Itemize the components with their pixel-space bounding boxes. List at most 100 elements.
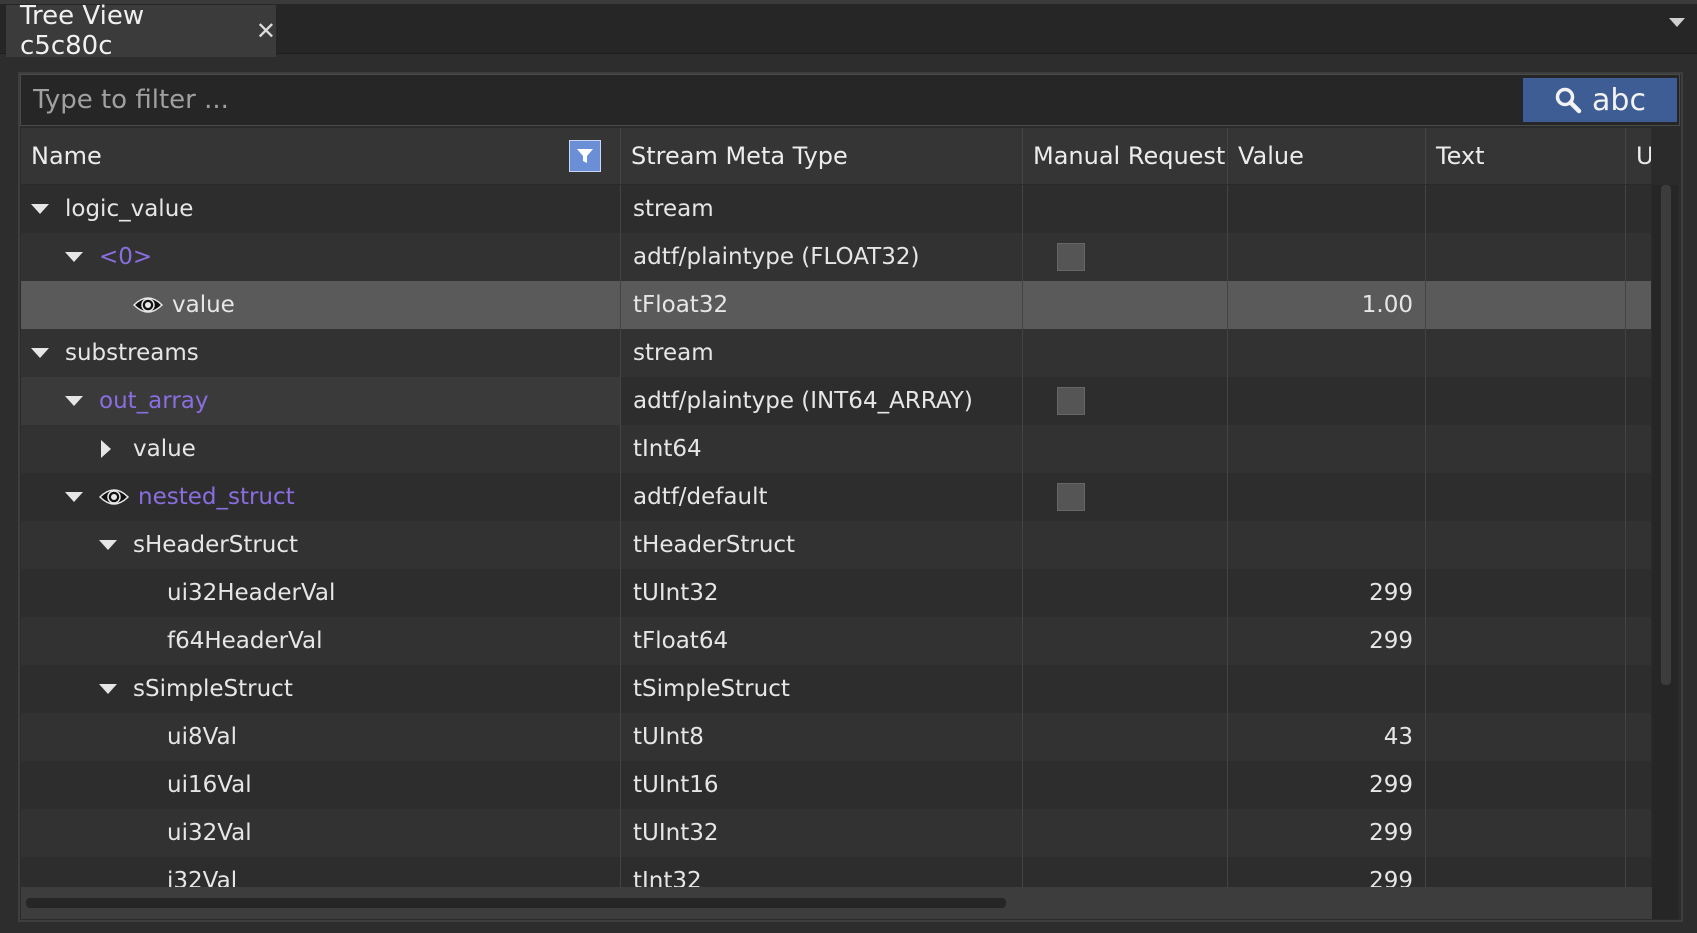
cell-text: [1426, 857, 1626, 887]
row-name-label: ui16Val: [167, 772, 252, 798]
cell-name: out_array: [21, 377, 621, 425]
row-type-label: tInt64: [633, 436, 702, 462]
row-name-label: f64HeaderVal: [167, 628, 323, 654]
cell-text: [1426, 185, 1626, 233]
collapse-arrow-icon[interactable]: [65, 396, 83, 406]
collapse-arrow-icon[interactable]: [99, 684, 117, 694]
cell-manual-request: [1023, 761, 1228, 809]
funnel-icon[interactable]: [569, 140, 601, 172]
cell-stream-meta-type: tUInt32: [621, 809, 1023, 857]
cell-u: [1626, 281, 1651, 329]
cell-name: nested_struct: [21, 473, 621, 521]
collapse-arrow-icon[interactable]: [31, 348, 49, 358]
cell-manual-request: [1023, 521, 1228, 569]
cell-u: [1626, 761, 1651, 809]
cell-value: [1228, 521, 1426, 569]
tree-row[interactable]: ui16Val tUInt16 299: [21, 761, 1651, 809]
manual-request-checkbox[interactable]: [1057, 483, 1085, 511]
cell-value: [1228, 425, 1426, 473]
cell-text: [1426, 569, 1626, 617]
close-icon[interactable]: ✕: [256, 17, 276, 45]
cell-text: [1426, 329, 1626, 377]
cell-manual-request: [1023, 713, 1228, 761]
cell-name: sSimpleStruct: [21, 665, 621, 713]
tree-row[interactable]: i32Val tInt32 299: [21, 857, 1651, 887]
cell-text: [1426, 233, 1626, 281]
manual-request-checkbox[interactable]: [1057, 243, 1085, 271]
cell-value: 299: [1228, 569, 1426, 617]
row-name-label: logic_value: [65, 196, 194, 222]
cell-u: [1626, 857, 1651, 887]
row-type-label: tUInt32: [633, 580, 719, 606]
collapse-arrow-icon[interactable]: [99, 540, 117, 550]
cell-text: [1426, 761, 1626, 809]
cell-manual-request: [1023, 185, 1228, 233]
column-header-text[interactable]: Text: [1426, 128, 1626, 184]
cell-value: [1228, 185, 1426, 233]
chevron-down-icon[interactable]: [1669, 18, 1685, 27]
cell-u: [1626, 521, 1651, 569]
row-type-label: tFloat32: [633, 292, 729, 318]
column-header-name[interactable]: Name: [21, 128, 621, 184]
row-name-label: <0>: [99, 244, 153, 270]
expand-arrow-icon[interactable]: [101, 440, 111, 458]
cell-stream-meta-type: tInt64: [621, 425, 1023, 473]
column-header-value[interactable]: Value: [1228, 128, 1426, 184]
column-label-text: Text: [1436, 142, 1485, 170]
row-type-label: adtf/plaintype (INT64_ARRAY): [633, 388, 973, 414]
cell-name: sHeaderStruct: [21, 521, 621, 569]
tree-row[interactable]: logic_value stream: [21, 185, 1651, 233]
tree-row[interactable]: f64HeaderVal tFloat64 299: [21, 617, 1651, 665]
tree-row[interactable]: ui32Val tUInt32 299: [21, 809, 1651, 857]
tree-row[interactable]: substreams stream: [21, 329, 1651, 377]
cell-u: [1626, 185, 1651, 233]
cell-stream-meta-type: tSimpleStruct: [621, 665, 1023, 713]
tree-row[interactable]: sSimpleStruct tSimpleStruct: [21, 665, 1651, 713]
tab-bar: Tree View c5c80c ✕: [0, 0, 1697, 61]
tree-row[interactable]: value tInt64: [21, 425, 1651, 473]
text-search-mode-button[interactable]: abc: [1523, 78, 1677, 122]
column-header-u[interactable]: U: [1626, 128, 1651, 184]
cell-stream-meta-type: tHeaderStruct: [621, 521, 1023, 569]
vertical-scroll-thumb[interactable]: [1661, 185, 1671, 685]
collapse-arrow-icon[interactable]: [65, 492, 83, 502]
tree-row[interactable]: out_array adtf/plaintype (INT64_ARRAY): [21, 377, 1651, 425]
cell-stream-meta-type: tUInt32: [621, 569, 1023, 617]
row-type-label: tUInt32: [633, 820, 719, 846]
row-name-label: ui32HeaderVal: [167, 580, 336, 606]
tab-title: Tree View c5c80c: [20, 1, 145, 61]
cell-text: [1426, 665, 1626, 713]
tree-row[interactable]: <0> adtf/plaintype (FLOAT32): [21, 233, 1651, 281]
horizontal-scroll-thumb[interactable]: [26, 898, 1006, 908]
cell-manual-request: [1023, 329, 1228, 377]
row-type-label: tUInt8: [633, 724, 704, 750]
row-name-label: ui32Val: [167, 820, 252, 846]
cell-text: [1426, 377, 1626, 425]
cell-name: logic_value: [21, 185, 621, 233]
collapse-arrow-icon[interactable]: [31, 204, 49, 214]
tree-row[interactable]: ui8Val tUInt8 43: [21, 713, 1651, 761]
eye-icon[interactable]: [98, 484, 130, 516]
tree-row[interactable]: ui32HeaderVal tUInt32 299: [21, 569, 1651, 617]
tab-tree-view[interactable]: Tree View c5c80c ✕: [6, 1, 276, 61]
cell-name: ui16Val: [21, 761, 621, 809]
row-type-label: tInt32: [633, 868, 702, 887]
column-header-stream-meta-type[interactable]: Stream Meta Type: [621, 128, 1023, 184]
manual-request-checkbox[interactable]: [1057, 387, 1085, 415]
cell-name: <0>: [21, 233, 621, 281]
eye-icon[interactable]: [132, 292, 164, 324]
tree-row[interactable]: value tFloat32 1.00: [21, 281, 1651, 329]
row-name-label: substreams: [65, 340, 199, 366]
row-name-label: value: [133, 436, 196, 462]
tree-row[interactable]: sHeaderStruct tHeaderStruct: [21, 521, 1651, 569]
cell-name: value: [21, 281, 621, 329]
cell-text: [1426, 281, 1626, 329]
column-header: Name Stream Meta Type Manual Request Val…: [21, 128, 1651, 185]
tree-row[interactable]: nested_struct adtf/default: [21, 473, 1651, 521]
column-header-manual-request[interactable]: Manual Request: [1023, 128, 1228, 184]
filter-input[interactable]: [21, 75, 1521, 125]
cell-name: ui32HeaderVal: [21, 569, 621, 617]
cell-stream-meta-type: tFloat32: [621, 281, 1023, 329]
cell-manual-request: [1023, 809, 1228, 857]
collapse-arrow-icon[interactable]: [65, 252, 83, 262]
